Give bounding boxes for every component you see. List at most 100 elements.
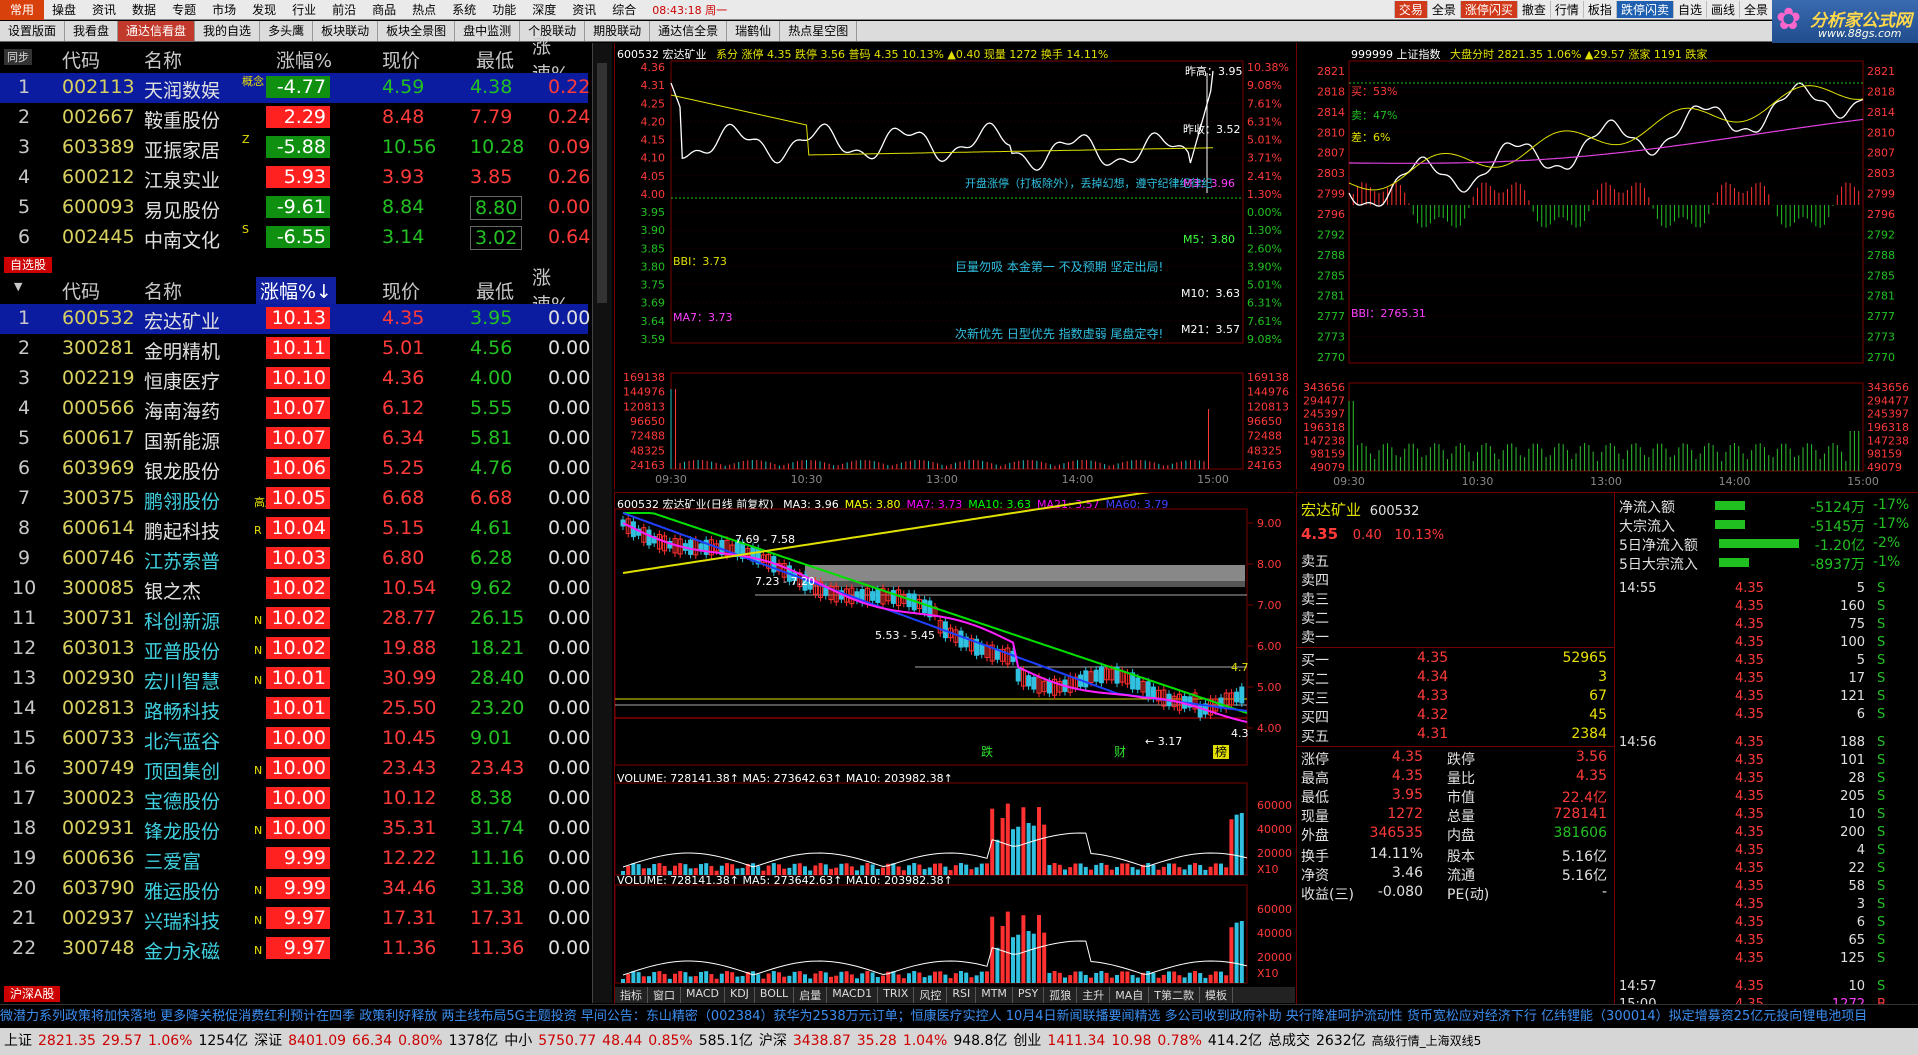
menu-item-common[interactable]: 常用	[0, 0, 45, 20]
table-row[interactable]: 20 603790 雅运股份 N 9.99 34.46 31.38 0.00	[0, 874, 590, 904]
indicator-tab[interactable]: MTM	[976, 987, 1013, 1003]
indicator-tab[interactable]: T第二款	[1149, 987, 1201, 1003]
quick-limitdown-button[interactable]: 跌停闪卖	[1615, 1, 1673, 18]
table-row[interactable]: 3 603389 亚振家居 Z -5.88 10.56 10.28 0.09	[0, 133, 590, 163]
menu-item-trade[interactable]: 操盘	[44, 1, 84, 18]
table-row[interactable]: 11 300731 科创新源 N 10.02 28.77 26.15 0.00	[0, 604, 590, 634]
menu-item-info2[interactable]: 资讯	[564, 1, 604, 18]
table-row[interactable]: 14 002813 路畅科技 10.01 25.50 23.20 0.00	[0, 694, 590, 724]
table-row[interactable]: 12 603013 亚普股份 N 10.02 19.88 18.21 0.00	[0, 634, 590, 664]
table-row[interactable]: 2 300281 金明精机 10.11 5.01 4.56 0.00	[0, 334, 590, 364]
indicator-tab[interactable]: MACD	[681, 987, 725, 1003]
tab-futures-link[interactable]: 期股联动	[585, 21, 651, 41]
col-price[interactable]: 现价	[382, 46, 420, 73]
menu-item-frontier[interactable]: 前沿	[324, 1, 364, 18]
table-row[interactable]: 5 600617 国新能源 10.07 6.34 5.81 0.00	[0, 424, 590, 454]
quick-fav-button[interactable]: 自选	[1672, 1, 1706, 18]
quick-cancel-button[interactable]: 撤查	[1516, 1, 1550, 18]
col-code-2[interactable]: 代码	[62, 277, 100, 304]
tab-hot-star[interactable]: 热点星空图	[780, 21, 858, 41]
tab-sector-map[interactable]: 板块全景图	[378, 21, 456, 41]
table-row[interactable]: 18 002931 锋龙股份 N 10.00 35.31 31.74 0.00	[0, 814, 590, 844]
indicator-tab[interactable]: 风控	[914, 987, 948, 1003]
scrollbar[interactable]	[592, 43, 612, 1003]
intraday2-svg[interactable]: 2821 2821 2818 2818 2814 2814 2810 2810 2807 2807…	[1297, 43, 1918, 489]
tab-monitor[interactable]: 盘中监测	[455, 21, 521, 41]
ticker-text[interactable]: 微潜力系列政策将加快落地 更多降关税促消费红利预计在四季 政策利好释放 两主线布…	[0, 1009, 1867, 1024]
quick-limitup-button[interactable]: 涨停闪买	[1459, 1, 1517, 18]
col-change-2[interactable]: 涨幅%↓	[256, 276, 336, 304]
indicator-tab[interactable]: MA自	[1110, 987, 1150, 1003]
indicator-tab[interactable]: MACD1	[827, 987, 879, 1003]
col-name-2[interactable]: 名称	[144, 277, 182, 304]
menu-item-hot[interactable]: 热点	[404, 1, 444, 18]
menu-item-general[interactable]: 综合	[604, 1, 644, 18]
menu-item-topic[interactable]: 专题	[164, 1, 204, 18]
table-row[interactable]: 2 002667 鞍重股份 2.29 8.48 7.79 0.24	[0, 103, 590, 133]
scrollbar-thumb[interactable]	[597, 63, 607, 303]
col-name[interactable]: 名称	[144, 46, 182, 73]
quick-quote-button[interactable]: 行情	[1549, 1, 1583, 18]
indicator-tab[interactable]: 启量	[794, 987, 828, 1003]
indicator-tab[interactable]: RSI	[947, 987, 977, 1003]
indicator-tab[interactable]: 模板	[1200, 987, 1234, 1003]
table-row[interactable]: 22 300748 金力永磁 N 9.97 11.36 11.36 0.00	[0, 934, 590, 964]
col-change[interactable]: 涨幅%	[276, 46, 332, 73]
indicator-tab[interactable]: TRIX	[878, 987, 915, 1003]
table-row[interactable]: 6 603969 银龙股份 10.06 5.25 4.76 0.00	[0, 454, 590, 484]
tab-ruiheixian[interactable]: 瑞鹤仙	[727, 21, 781, 41]
col-price-2[interactable]: 现价	[382, 277, 420, 304]
news-ticker[interactable]: 微潜力系列政策将加快落地 更多降关税促消费红利预计在四季 政策利好释放 两主线布…	[0, 1004, 1918, 1028]
table-row[interactable]: 9 600746 江苏索普 10.03 6.80 6.28 0.00	[0, 544, 590, 574]
table-row[interactable]: 19 600636 三爱富 9.99 12.22 11.16 0.00	[0, 844, 590, 874]
quick-panorama2-button[interactable]: 全景	[1738, 1, 1772, 18]
menu-item-data[interactable]: 数据	[124, 1, 164, 18]
table-row[interactable]: 15 600733 北汽蓝谷 10.00 10.45 9.01 0.00	[0, 724, 590, 754]
col-code[interactable]: 代码	[62, 46, 100, 73]
indicator-tab[interactable]: 主升	[1077, 987, 1111, 1003]
table-row[interactable]: 17 300023 宝德股份 10.00 10.12 8.38 0.00	[0, 784, 590, 814]
table-row[interactable]: 10 300085 银之杰 10.02 10.54 9.62 0.00	[0, 574, 590, 604]
menu-item-industry[interactable]: 行业	[284, 1, 324, 18]
table-row[interactable]: 5 600093 易见股份 -9.61 8.84 8.80 0.00	[0, 193, 590, 223]
table-row[interactable]: 7 300375 鹏翎股份 高送 10.05 6.68 6.68 0.00	[0, 484, 590, 514]
table-row[interactable]: 4 000566 海南海药 10.07 6.12 5.55 0.00	[0, 394, 590, 424]
tab-sector-link[interactable]: 板块联动	[313, 21, 379, 41]
table-row[interactable]: 1 002113 天润数娱 概念 -4.77 4.59 4.38 0.22	[0, 73, 590, 103]
tab-bull-eagle[interactable]: 多头鹰	[260, 21, 314, 41]
quick-draw-button[interactable]: 画线	[1705, 1, 1739, 18]
menu-item-function[interactable]: 功能	[484, 1, 524, 18]
indicator-tab[interactable]: 指标	[615, 987, 648, 1003]
sync-button[interactable]: 同步	[4, 49, 32, 65]
menu-item-market[interactable]: 市场	[204, 1, 244, 18]
table-row[interactable]: 4 600212 江泉实业 5.93 3.93 3.85 0.26	[0, 163, 590, 193]
col-low-2[interactable]: 最低	[476, 277, 514, 304]
menu-item-system[interactable]: 系统	[444, 1, 484, 18]
menu-item-info[interactable]: 资讯	[84, 1, 124, 18]
quick-index-button[interactable]: 板指	[1582, 1, 1616, 18]
tab-my-view[interactable]: 我看盘	[65, 21, 119, 41]
indicator-tab[interactable]: 窗口	[648, 987, 681, 1003]
indicator-tab[interactable]: 孤狼	[1044, 987, 1078, 1003]
table-row[interactable]: 3 002219 恒康医疗 10.10 4.36 4.00 0.00	[0, 364, 590, 394]
table-row[interactable]: 1 600532 宏达矿业 10.13 4.35 3.95 0.00	[0, 304, 590, 334]
indicator-tab[interactable]: BOLL	[755, 987, 795, 1003]
kline-svg[interactable]: 9.00 8.00 7.00 6.00 5.00 4.00 7.69 - 7.58 7.23 …	[615, 493, 1295, 1005]
tab-my-fav[interactable]: 我的自选	[195, 21, 261, 41]
quick-trade-button[interactable]: 交易	[1393, 1, 1427, 18]
intraday1-svg[interactable]: 4.36 10.38% 4.31 9.08% 4.25 7.61% 4.20 6.31% 4.1…	[615, 43, 1295, 489]
sort-arrow-icon[interactable]: ▼	[14, 280, 22, 293]
menu-item-depth[interactable]: 深度	[524, 1, 564, 18]
connection-status[interactable]: 高级行情_上海双线5	[1372, 1028, 1482, 1055]
indicator-tab[interactable]: KDJ	[725, 987, 755, 1003]
menu-item-commodity[interactable]: 商品	[364, 1, 404, 18]
indicator-tab[interactable]: PSY	[1013, 987, 1045, 1003]
menu-item-discover[interactable]: 发现	[244, 1, 284, 18]
table-row[interactable]: 13 002930 宏川智慧 N 10.01 30.99 28.40 0.00	[0, 664, 590, 694]
fav-stocks-label[interactable]: 自选股	[4, 257, 53, 273]
col-low[interactable]: 最低	[476, 46, 514, 73]
table-row[interactable]: 8 600614 鹏起科技 R 10.04 5.15 4.61 0.00	[0, 514, 590, 544]
quick-panorama-button[interactable]: 全景	[1426, 1, 1460, 18]
market-tab-label[interactable]: 沪深A股	[4, 986, 61, 1002]
table-row[interactable]: 6 002445 中南文化 S -6.55 3.14 3.02 0.64	[0, 223, 590, 253]
